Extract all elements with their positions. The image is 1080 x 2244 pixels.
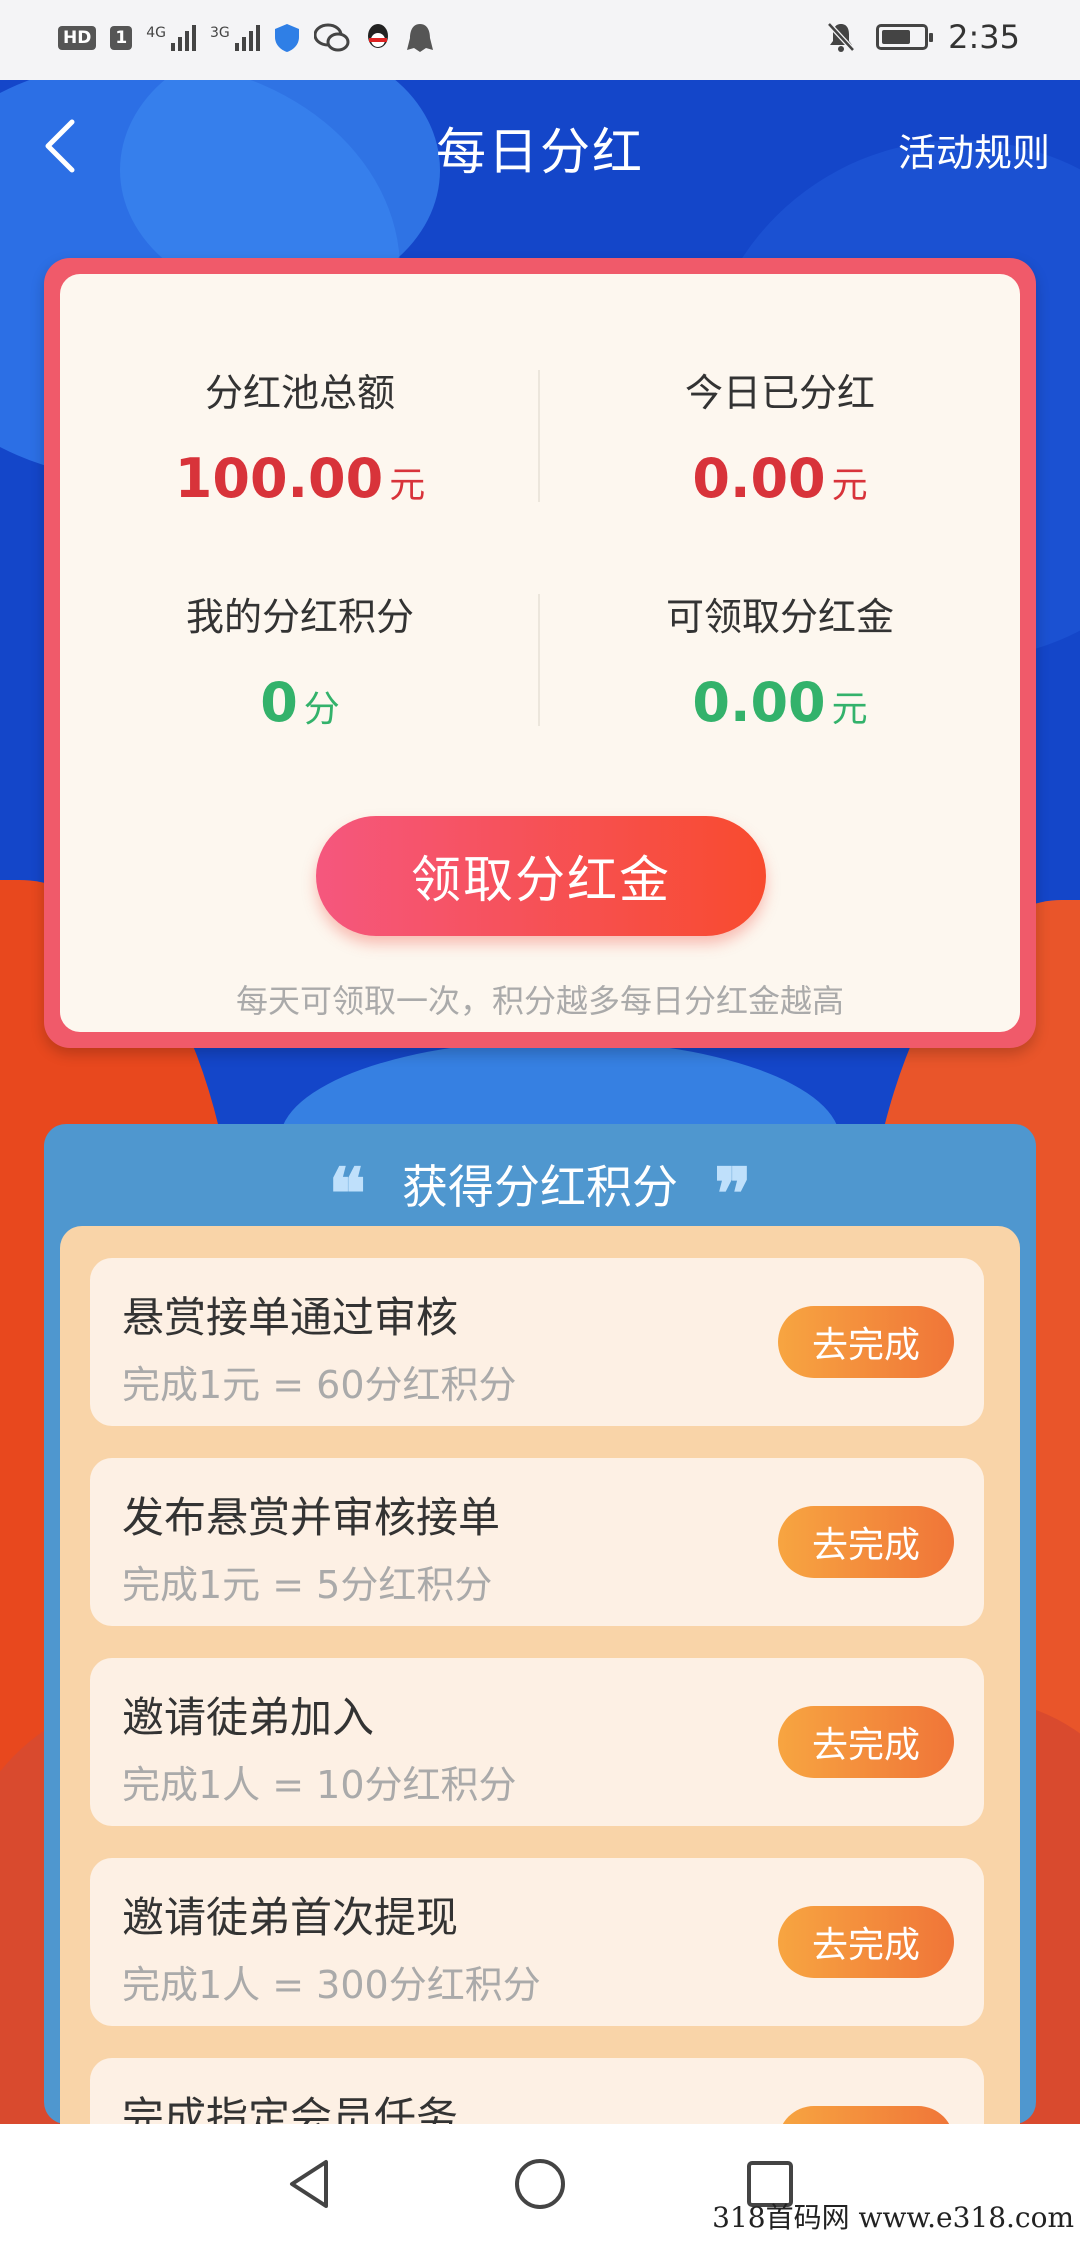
status-time: 2:35 [948,18,1020,56]
status-left-icons: HD 1 4G 3G [58,22,434,54]
pool-total-label: 分红池总额 [204,371,395,415]
panel-title: 获得分红积分 [402,1160,678,1214]
hd-badge: HD [58,26,97,50]
bell-off-icon [827,22,855,52]
activity-rules-link[interactable]: 活动规则 [898,122,1050,177]
panel-header: ❝ 获得分红积分 ❞ [44,1144,1036,1235]
sim-badge: 1 [110,26,133,50]
task-item: 邀请徒弟首次提现 完成1人 = 300分红积分 去完成 [90,1858,984,2026]
go-complete-button[interactable]: 去完成 [778,1506,954,1578]
dividend-summary-card: 分红池总额 100.00 元 今日已分红 0.00 元 我的分红积分 0分 可领取分… [44,258,1036,1048]
qq-icon [367,24,388,48]
app-header: 每日分红 活动规则 [0,80,1080,210]
signal-type-label: 4G [146,25,166,41]
task-reward: 完成1元 = 60分红积分 [122,1363,517,1407]
divider [538,370,540,502]
nav-home-icon[interactable] [510,2154,570,2214]
task-reward: 完成1人 = 300分红积分 [122,1963,541,2007]
watermark: 318首码网 www.e318.com [712,2201,1074,2234]
claim-dividend-button[interactable]: 领取分红金 [316,816,766,936]
divider [538,594,540,726]
nav-back-icon[interactable] [280,2154,340,2214]
my-points-stat: 我的分红积分 0分 [60,586,540,734]
task-name: 邀请徒弟首次提现 [122,1893,459,1942]
task-list: 悬赏接单通过审核 完成1元 = 60分红积分 去完成 发布悬赏并审核接单 完成1… [60,1226,1020,2226]
claimable-stat: 可领取分红金 0.00 元 [540,586,1020,734]
ghost-icon [406,24,433,52]
my-points-unit: 分 [303,689,340,730]
summary-card-body: 分红池总额 100.00 元 今日已分红 0.00 元 我的分红积分 0分 可领取分… [60,274,1020,1032]
task-reward: 完成1元 = 5分红积分 [122,1563,493,1607]
task-name: 悬赏接单通过审核 [122,1293,459,1342]
pool-total-unit: 元 [389,465,426,506]
task-item: 邀请徒弟加入 完成1人 = 10分红积分 去完成 [90,1658,984,1826]
status-bar: HD 1 4G 3G 2:35 [0,0,1080,80]
go-complete-button[interactable]: 去完成 [778,1706,954,1778]
my-points-label: 我的分红积分 [185,595,414,639]
task-item: 发布悬赏并审核接单 完成1元 = 5分红积分 去完成 [90,1458,984,1626]
status-right-icons: 2:35 [826,18,1020,56]
pool-total-stat: 分红池总额 100.00 元 [60,362,540,510]
task-reward: 完成1人 = 10分红积分 [122,1763,517,1807]
my-points-value: 0 [260,671,298,734]
quote-close-icon: ❞ [714,1152,752,1235]
signal-icon: 4G [146,25,196,51]
pool-total-value: 100.00 [174,447,384,510]
today-dividend-label: 今日已分红 [684,371,875,415]
earn-points-panel: ❝ 获得分红积分 ❞ 悬赏接单通过审核 完成1元 = 60分红积分 去完成 发布… [44,1124,1036,2226]
claimable-unit: 元 [831,689,868,730]
task-item: 悬赏接单通过审核 完成1元 = 60分红积分 去完成 [90,1258,984,1426]
signal-icon: 3G [210,25,260,51]
today-dividend-value: 0.00 [692,447,826,510]
signal-type-label: 3G [209,25,230,41]
wechat-icon [313,23,350,52]
shield-icon [274,24,299,52]
system-nav-bar: 318首码网 www.e318.com [0,2124,1080,2244]
battery-level [882,30,911,44]
claim-hint: 每天可领取一次，积分越多每日分红金越高 [235,982,844,1020]
task-name: 邀请徒弟加入 [122,1693,375,1742]
quote-open-icon: ❝ [328,1152,366,1235]
claimable-value: 0.00 [692,671,826,734]
today-dividend-unit: 元 [831,465,868,506]
claimable-label: 可领取分红金 [665,595,894,639]
task-name: 发布悬赏并审核接单 [122,1493,501,1542]
battery-icon [876,24,934,50]
today-dividend-stat: 今日已分红 0.00 元 [540,362,1020,510]
go-complete-button[interactable]: 去完成 [778,1906,954,1978]
go-complete-button[interactable]: 去完成 [778,1306,954,1378]
